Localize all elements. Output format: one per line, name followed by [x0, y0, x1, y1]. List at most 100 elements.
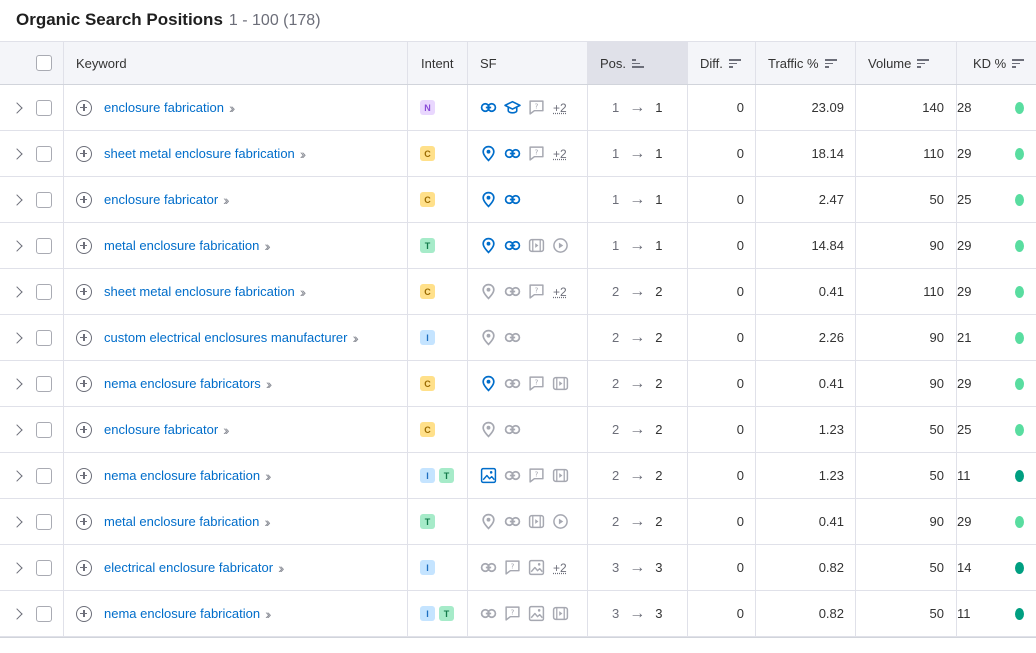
chevron-right-icon[interactable]: [11, 101, 23, 114]
double-chevron-icon[interactable]: ››: [300, 284, 307, 300]
double-chevron-icon[interactable]: ››: [266, 376, 273, 392]
add-keyword-icon[interactable]: [76, 99, 92, 116]
link-icon[interactable]: [479, 99, 497, 117]
col-kd[interactable]: KD %: [973, 42, 1025, 84]
keyword-link[interactable]: custom electrical enclosures manufacture…: [104, 330, 348, 345]
reviews-icon[interactable]: ?: [527, 145, 545, 163]
image-icon[interactable]: [479, 467, 497, 485]
keyword-link[interactable]: metal enclosure fabrication: [104, 238, 259, 253]
reviews-icon[interactable]: ?: [527, 283, 545, 301]
keyword-link[interactable]: sheet metal enclosure fabrication: [104, 284, 295, 299]
row-checkbox[interactable]: [36, 145, 52, 162]
keyword-link[interactable]: nema enclosure fabrication: [104, 468, 260, 483]
link-icon[interactable]: [479, 559, 497, 577]
col-keyword[interactable]: Keyword: [76, 42, 127, 84]
add-keyword-icon[interactable]: [76, 145, 92, 162]
double-chevron-icon[interactable]: ››: [223, 192, 230, 208]
keyword-link[interactable]: metal enclosure fabrication: [104, 514, 259, 529]
chevron-right-icon[interactable]: [11, 515, 23, 528]
reviews-icon[interactable]: ?: [527, 375, 545, 393]
link-icon[interactable]: [503, 467, 521, 485]
row-checkbox[interactable]: [36, 421, 52, 438]
double-chevron-icon[interactable]: ››: [300, 146, 307, 162]
keyword-link[interactable]: nema enclosure fabricators: [104, 376, 261, 391]
link-icon[interactable]: [503, 283, 521, 301]
row-checkbox[interactable]: [36, 467, 52, 484]
add-keyword-icon[interactable]: [76, 467, 92, 484]
select-all-checkbox[interactable]: [36, 55, 52, 71]
row-checkbox[interactable]: [36, 375, 52, 392]
play-icon[interactable]: [551, 237, 569, 255]
double-chevron-icon[interactable]: ››: [278, 560, 285, 576]
add-keyword-icon[interactable]: [76, 283, 92, 300]
chevron-right-icon[interactable]: [11, 469, 23, 482]
chevron-right-icon[interactable]: [11, 561, 23, 574]
reviews-icon[interactable]: ?: [503, 605, 521, 623]
row-checkbox[interactable]: [36, 237, 52, 254]
col-intent[interactable]: Intent: [421, 42, 454, 84]
reviews-icon[interactable]: ?: [527, 99, 545, 117]
link-icon[interactable]: [503, 375, 521, 393]
keyword-link[interactable]: enclosure fabrication: [104, 100, 224, 115]
link-icon[interactable]: [503, 421, 521, 439]
location-pin-icon[interactable]: [479, 191, 497, 209]
reviews-icon[interactable]: ?: [503, 559, 521, 577]
keyword-link[interactable]: nema enclosure fabrication: [104, 606, 260, 621]
double-chevron-icon[interactable]: ››: [265, 468, 272, 484]
link-icon[interactable]: [503, 237, 521, 255]
location-pin-icon[interactable]: [479, 145, 497, 163]
add-keyword-icon[interactable]: [76, 513, 92, 530]
video-icon[interactable]: [551, 605, 569, 623]
keyword-link[interactable]: sheet metal enclosure fabrication: [104, 146, 295, 161]
row-checkbox[interactable]: [36, 329, 52, 346]
row-checkbox[interactable]: [36, 283, 52, 300]
row-checkbox[interactable]: [36, 559, 52, 576]
add-keyword-icon[interactable]: [76, 559, 92, 576]
row-checkbox[interactable]: [36, 191, 52, 208]
chevron-right-icon[interactable]: [11, 423, 23, 436]
video-icon[interactable]: [551, 375, 569, 393]
keyword-link[interactable]: electrical enclosure fabricator: [104, 560, 273, 575]
location-pin-icon[interactable]: [479, 421, 497, 439]
link-icon[interactable]: [503, 145, 521, 163]
col-traffic[interactable]: Traffic %: [768, 42, 837, 84]
row-checkbox[interactable]: [36, 513, 52, 530]
add-keyword-icon[interactable]: [76, 237, 92, 254]
image-icon[interactable]: [527, 559, 545, 577]
keyword-link[interactable]: enclosure fabricator: [104, 192, 218, 207]
location-pin-icon[interactable]: [479, 329, 497, 347]
double-chevron-icon[interactable]: ››: [229, 100, 236, 116]
chevron-right-icon[interactable]: [11, 377, 23, 390]
chevron-right-icon[interactable]: [11, 239, 23, 252]
row-checkbox[interactable]: [36, 99, 52, 116]
col-sf[interactable]: SF: [480, 42, 497, 84]
add-keyword-icon[interactable]: [76, 191, 92, 208]
add-keyword-icon[interactable]: [76, 375, 92, 392]
play-icon[interactable]: [551, 513, 569, 531]
graduation-cap-icon[interactable]: [503, 99, 521, 117]
add-keyword-icon[interactable]: [76, 605, 92, 622]
double-chevron-icon[interactable]: ››: [264, 238, 271, 254]
sf-more-link[interactable]: +2: [553, 285, 567, 299]
keyword-link[interactable]: enclosure fabricator: [104, 422, 218, 437]
chevron-right-icon[interactable]: [11, 193, 23, 206]
location-pin-icon[interactable]: [479, 375, 497, 393]
link-icon[interactable]: [503, 329, 521, 347]
chevron-right-icon[interactable]: [11, 331, 23, 344]
col-pos[interactable]: Pos.: [588, 42, 687, 84]
chevron-right-icon[interactable]: [11, 285, 23, 298]
location-pin-icon[interactable]: [479, 513, 497, 531]
add-keyword-icon[interactable]: [76, 421, 92, 438]
video-icon[interactable]: [551, 467, 569, 485]
video-icon[interactable]: [527, 237, 545, 255]
sf-more-link[interactable]: +2: [553, 561, 567, 575]
reviews-icon[interactable]: ?: [527, 467, 545, 485]
link-icon[interactable]: [479, 605, 497, 623]
double-chevron-icon[interactable]: ››: [265, 606, 272, 622]
add-keyword-icon[interactable]: [76, 329, 92, 346]
double-chevron-icon[interactable]: ››: [264, 514, 271, 530]
link-icon[interactable]: [503, 513, 521, 531]
double-chevron-icon[interactable]: ››: [223, 422, 230, 438]
video-icon[interactable]: [527, 513, 545, 531]
double-chevron-icon[interactable]: ››: [353, 330, 360, 346]
